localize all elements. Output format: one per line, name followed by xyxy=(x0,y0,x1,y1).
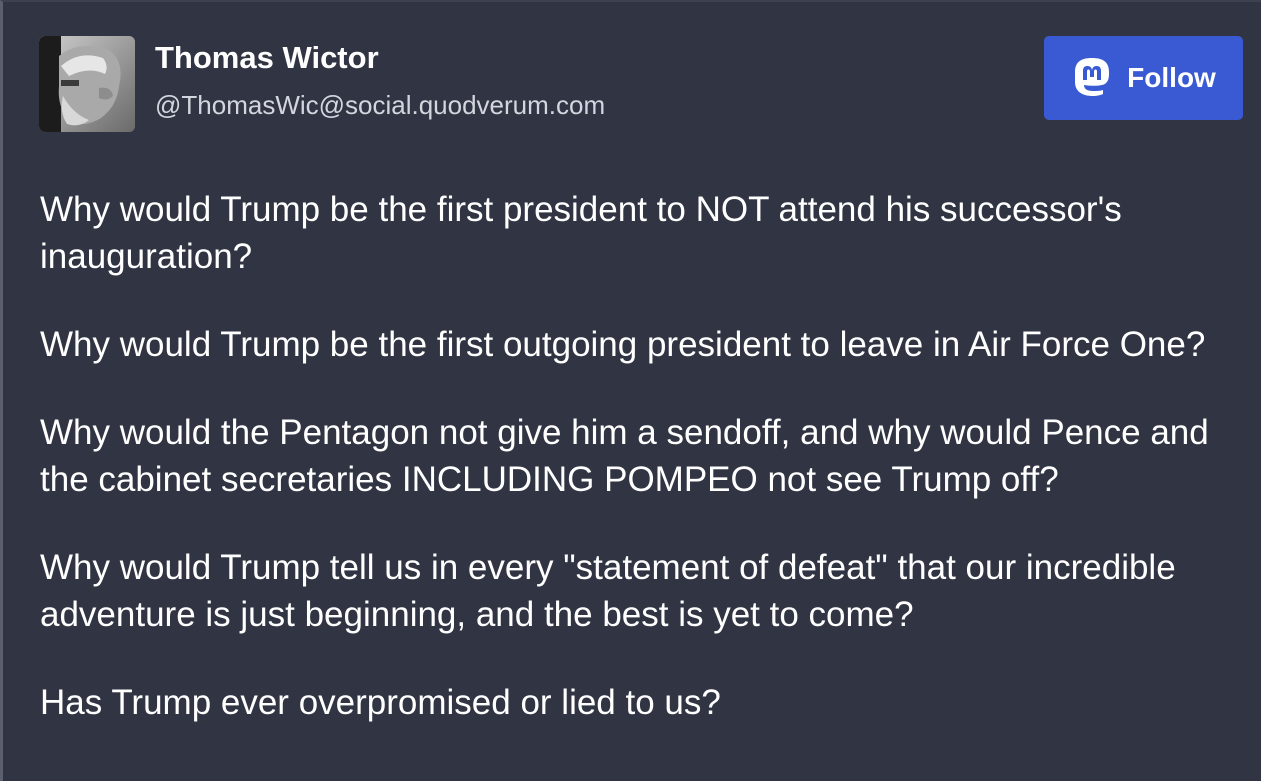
follow-label: Follow xyxy=(1127,62,1216,93)
mastodon-icon xyxy=(1075,58,1110,96)
author-display-name[interactable]: Thomas Wictor xyxy=(155,40,379,76)
post-paragraph: Why would Trump be the first president t… xyxy=(40,190,1122,276)
post-paragraph: Why would Trump be the first outgoing pr… xyxy=(40,325,1206,364)
post-card: Thomas Wictor @ThomasWic@social.quodveru… xyxy=(0,0,1261,781)
avatar[interactable] xyxy=(39,36,135,132)
post-paragraph: Why would Trump tell us in every "statem… xyxy=(40,548,1176,634)
post-paragraph: Why would the Pentagon not give him a se… xyxy=(40,413,1209,499)
avatar-image xyxy=(39,36,135,132)
post-content: Why would Trump be the first president t… xyxy=(40,186,1250,767)
follow-button[interactable]: Follow xyxy=(1044,36,1243,120)
author-handle[interactable]: @ThomasWic@social.quodverum.com xyxy=(155,90,605,121)
post-paragraph: Has Trump ever overpromised or lied to u… xyxy=(40,683,721,722)
